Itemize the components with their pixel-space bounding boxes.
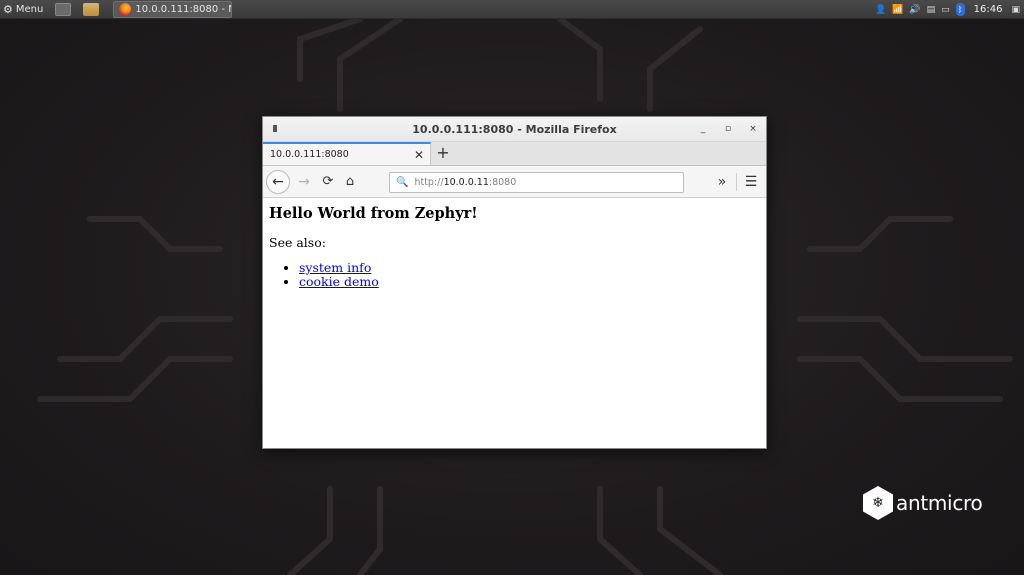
arrow-left-icon[interactable]: ← <box>266 170 290 194</box>
search-icon: 🔍 <box>396 177 409 188</box>
list-item: system info <box>299 261 760 275</box>
firefox-icon <box>119 3 132 15</box>
bluetooth-icon[interactable]: ᛒ <box>955 3 965 16</box>
taskbar-item-label: 10.0.0.111:8080 - M... <box>135 3 231 15</box>
toolbar-separator <box>736 173 737 191</box>
logo-text: antmicro <box>896 491 983 515</box>
menu-label: Menu <box>15 3 44 15</box>
battery-icon[interactable]: ▭ <box>941 5 950 15</box>
see-also-text: See also: <box>269 235 326 250</box>
window-title: 10.0.0.111:8080 - Mozilla Firefox <box>412 122 617 136</box>
maximize-button[interactable]: ▫ <box>721 122 735 136</box>
new-tab-button[interactable]: + <box>431 142 455 165</box>
window-titlebar[interactable]: 10.0.0.111:8080 - Mozilla Firefox _ ▫ × <box>263 117 766 142</box>
cookie-demo-link[interactable]: cookie demo <box>299 274 379 289</box>
clipboard-icon[interactable]: ▤ <box>927 5 936 15</box>
volume-icon[interactable]: 🔊 <box>909 5 920 15</box>
url-bar[interactable]: 🔍 http://10.0.0.11:8080 <box>389 172 684 193</box>
page-heading: Hello World from Zephyr! <box>269 205 478 222</box>
display-icon[interactable]: ▣ <box>1011 5 1020 15</box>
terminal-launcher-icon[interactable] <box>55 2 72 16</box>
url-host: 10.0.0.11 <box>443 177 489 188</box>
gear-icon: ⚙ <box>3 2 13 16</box>
system-tray: 👤 📶 🔊 ▤ ▭ ᛒ 16:46 ▣ <box>875 0 1024 19</box>
system-info-link[interactable]: system info <box>299 260 371 275</box>
url-scheme: http:// <box>414 177 444 188</box>
reload-icon[interactable]: ⟳ <box>316 170 340 194</box>
navigation-toolbar: ← → ⟳ ⌂ 🔍 http://10.0.0.11:8080 » ☰ <box>263 166 766 198</box>
tab-bar: 10.0.0.111:8080 ✕ + <box>263 142 766 166</box>
tab-label: 10.0.0.111:8080 <box>270 149 349 160</box>
links-list: system info cookie demo <box>269 261 760 289</box>
home-icon[interactable]: ⌂ <box>338 170 362 194</box>
minimize-button[interactable]: _ <box>696 122 710 136</box>
window-menu-icon[interactable] <box>273 125 277 132</box>
chevron-double-right-icon[interactable]: » <box>710 170 734 194</box>
close-button[interactable]: × <box>746 122 760 136</box>
list-item: cookie demo <box>299 275 760 289</box>
user-icon[interactable]: 👤 <box>875 5 886 15</box>
hamburger-menu-icon[interactable]: ☰ <box>739 170 763 194</box>
clock[interactable]: 16:46 <box>971 4 1006 15</box>
tab-active[interactable]: 10.0.0.111:8080 ✕ <box>263 142 431 165</box>
arrow-right-icon[interactable]: → <box>292 170 316 194</box>
firefox-window: 10.0.0.111:8080 - Mozilla Firefox _ ▫ × … <box>262 116 767 449</box>
top-panel: ⚙ Menu 10.0.0.111:8080 - M... 👤 📶 🔊 ▤ ▭ … <box>0 0 1024 19</box>
network-icon[interactable]: 📶 <box>892 5 903 15</box>
antmicro-logo: ❄ antmicro <box>863 486 983 520</box>
close-tab-icon[interactable]: ✕ <box>414 148 424 162</box>
hexagon-logo-icon: ❄ <box>863 486 893 520</box>
file-manager-launcher-icon[interactable] <box>83 2 100 16</box>
taskbar-item-firefox[interactable]: 10.0.0.111:8080 - M... <box>113 0 233 18</box>
url-port: :8080 <box>488 177 517 188</box>
menu-button[interactable]: ⚙ Menu <box>0 0 49 19</box>
page-content: Hello World from Zephyr! See also: syste… <box>263 198 766 295</box>
